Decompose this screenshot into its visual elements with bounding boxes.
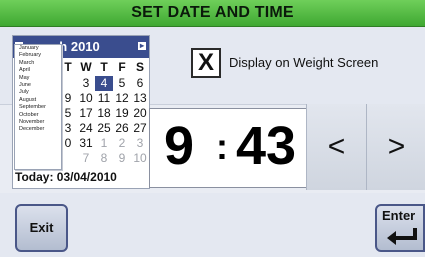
calendar-day[interactable]: 6 xyxy=(131,76,149,91)
calendar-day[interactable]: 24 xyxy=(77,121,95,136)
display-on-weight-checkbox[interactable]: X xyxy=(191,48,221,78)
calendar-day[interactable]: 13 xyxy=(131,91,149,106)
calendar-day[interactable]: 17 xyxy=(77,106,95,121)
calendar-day-next-month[interactable]: 10 xyxy=(131,151,149,166)
time-minute[interactable]: 43 xyxy=(236,117,296,175)
calendar-day-selected[interactable]: 4 xyxy=(95,76,113,91)
month-menu-item[interactable]: September xyxy=(15,104,61,111)
calendar-day[interactable]: 19 xyxy=(113,106,131,121)
month-menu-item[interactable]: October xyxy=(15,112,61,119)
time-display[interactable]: 9 : 43 xyxy=(149,108,307,188)
time-hour[interactable]: 9 xyxy=(164,117,194,175)
month-menu-item[interactable]: February xyxy=(15,52,61,59)
calendar-day[interactable]: 25 xyxy=(95,121,113,136)
date-time-screen: SET DATE AND TIME ◂ rch 2010 ▸ T W T F S… xyxy=(0,0,425,257)
calendar-day[interactable]: 26 xyxy=(113,121,131,136)
month-menu-item[interactable]: December xyxy=(15,126,61,133)
calendar-day[interactable]: 5 xyxy=(113,76,131,91)
weekday-label: W xyxy=(80,60,92,74)
screen-title: SET DATE AND TIME xyxy=(0,0,425,27)
enter-return-icon xyxy=(387,228,417,245)
month-menu-item[interactable]: May xyxy=(15,75,61,82)
month-menu-item[interactable]: January xyxy=(15,45,61,52)
calendar-day[interactable]: 3 xyxy=(77,76,95,91)
month-menu-item-selected[interactable]: March xyxy=(15,60,61,67)
display-on-weight-label: Display on Weight Screen xyxy=(229,55,379,70)
calendar-day[interactable]: 31 xyxy=(77,136,95,151)
calendar-day-next-month[interactable]: 1 xyxy=(95,136,113,151)
month-menu-item[interactable]: November xyxy=(15,119,61,126)
increment-button[interactable]: > xyxy=(366,104,425,190)
month-menu-item[interactable]: June xyxy=(15,82,61,89)
calendar-day-next-month[interactable]: 8 xyxy=(95,151,113,166)
enter-button[interactable]: Enter xyxy=(375,204,425,252)
decrement-button[interactable]: < xyxy=(306,104,366,190)
calendar-day[interactable]: 27 xyxy=(131,121,149,136)
time-separator: : xyxy=(216,126,228,167)
month-menu-item[interactable]: April xyxy=(15,67,61,74)
calendar-day[interactable]: 20 xyxy=(131,106,149,121)
calendar-day-next-month[interactable]: 3 xyxy=(131,136,149,151)
weekday-label: T xyxy=(100,60,108,74)
enter-button-label: Enter xyxy=(382,208,416,223)
calendar-day-next-month[interactable]: 2 xyxy=(113,136,131,151)
today-label[interactable]: Today: 03/04/2010 xyxy=(15,170,117,184)
exit-button[interactable]: Exit xyxy=(15,204,68,252)
next-month-icon[interactable]: ▸ xyxy=(138,42,146,50)
calendar-day[interactable]: 12 xyxy=(113,91,131,106)
weekday-label: S xyxy=(135,60,144,74)
calendar-day[interactable]: 10 xyxy=(77,91,95,106)
month-menu-item[interactable]: July xyxy=(15,89,61,96)
calendar-day[interactable]: 11 xyxy=(95,91,113,106)
weekday-header-row: T W T F S xyxy=(59,60,149,74)
weekday-label: F xyxy=(118,60,126,74)
month-menu-item[interactable]: August xyxy=(15,97,61,104)
calendar-day-next-month[interactable]: 7 xyxy=(77,151,95,166)
month-dropdown-menu[interactable]: January February March April May June Ju… xyxy=(14,44,62,170)
calendar-day-next-month[interactable]: 9 xyxy=(113,151,131,166)
calendar-day[interactable]: 18 xyxy=(95,106,113,121)
